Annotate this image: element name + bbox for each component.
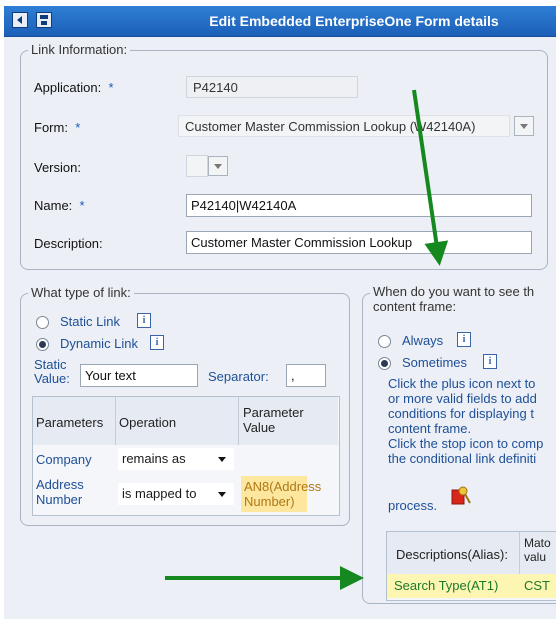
arrow-down xyxy=(412,89,449,266)
annotation-arrows xyxy=(165,89,449,590)
